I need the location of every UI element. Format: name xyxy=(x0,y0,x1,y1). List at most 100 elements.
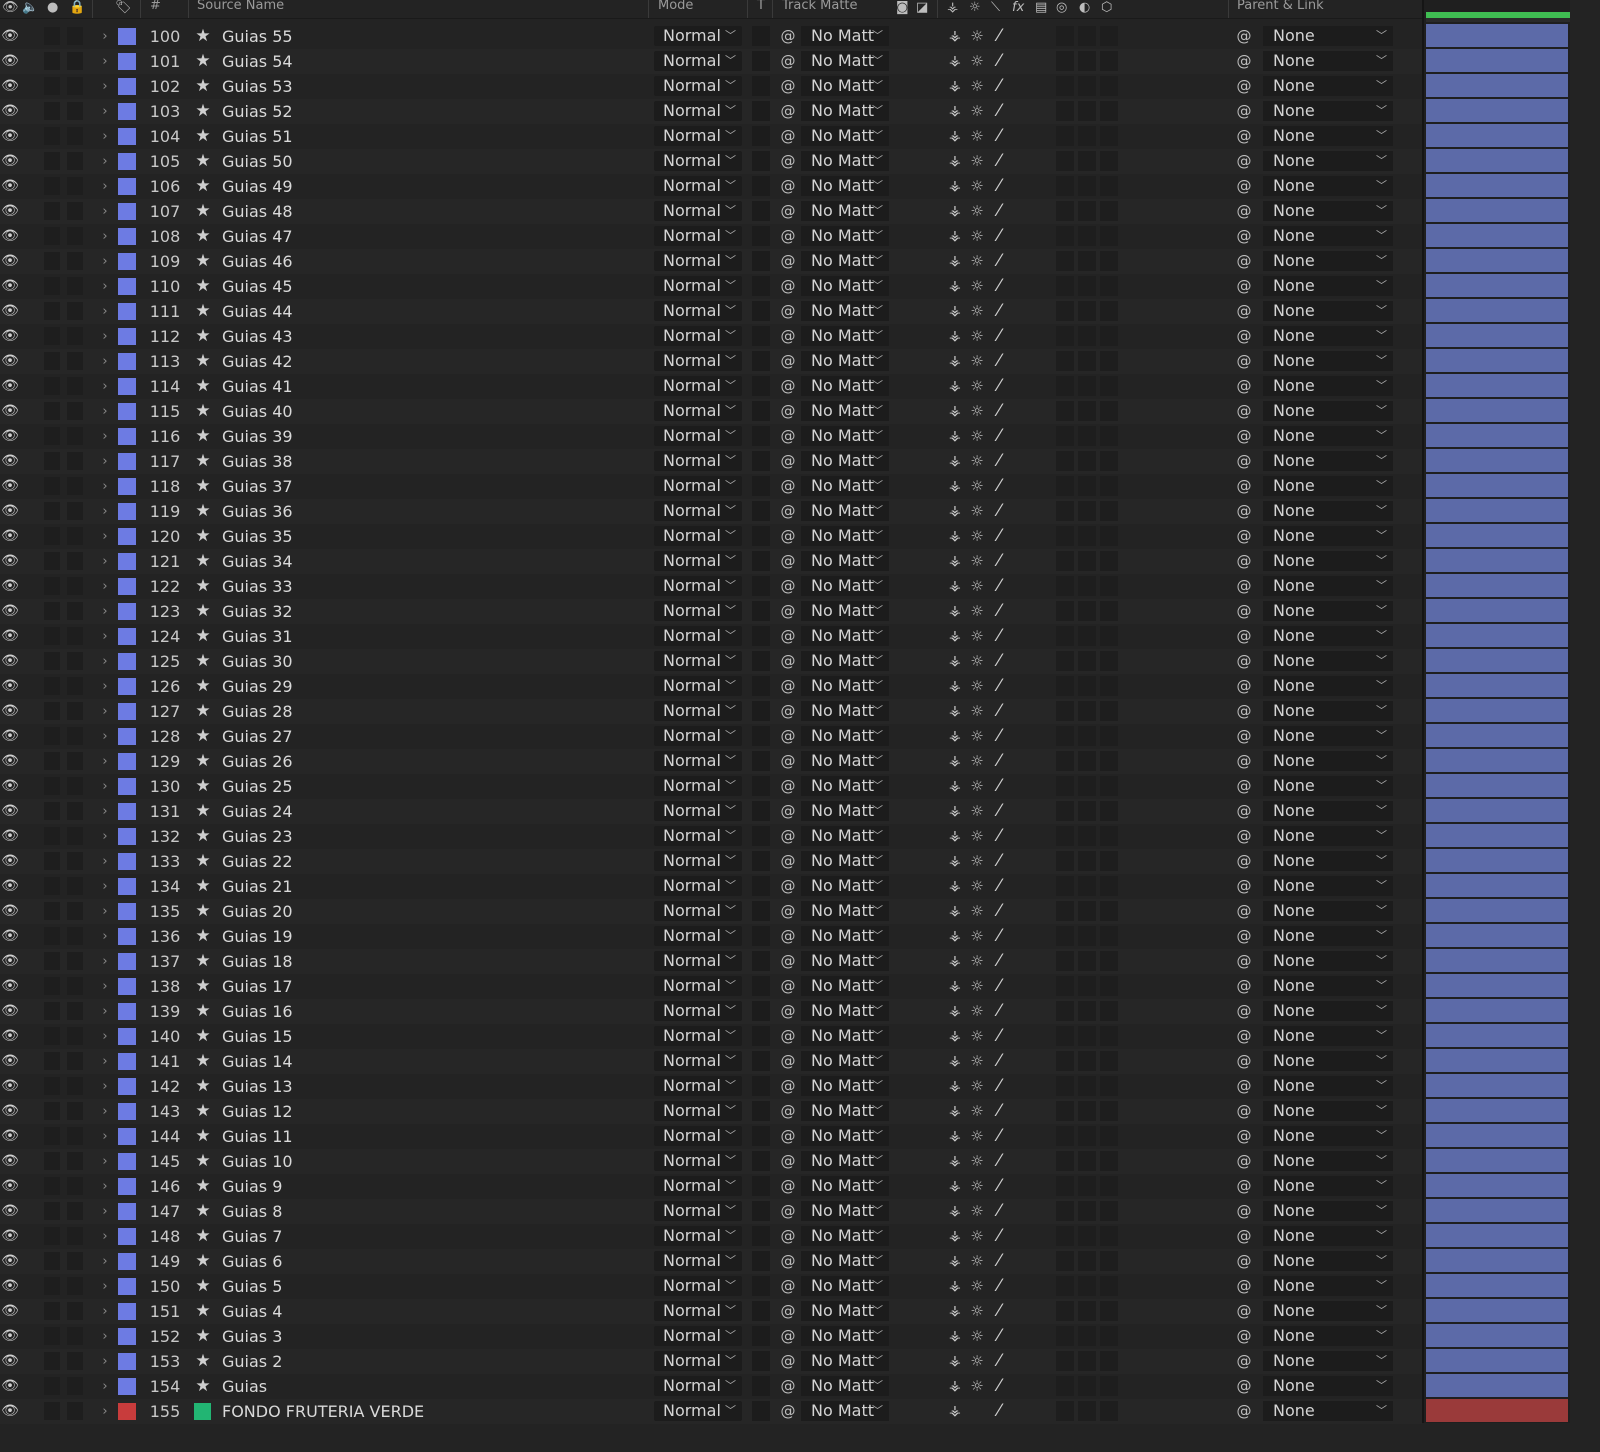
effects-switch[interactable] xyxy=(1056,1051,1074,1071)
layer-name[interactable]: Guias 37 xyxy=(222,474,293,499)
solo-switch[interactable] xyxy=(44,77,60,95)
3d-layer-switch[interactable] xyxy=(1100,801,1118,821)
collapse-transform-icon[interactable]: ☼ xyxy=(967,749,987,774)
layer-row[interactable]: 👁 › 136 ★ Guias 19 Normal ﹀ @ No Matt ﹀ ⚶ ☼ ⁄ @ None ﹀ xyxy=(0,924,1422,949)
label-color-swatch[interactable] xyxy=(118,1328,136,1345)
motion-blur-switch[interactable] xyxy=(1078,76,1096,96)
preserve-transparency-toggle[interactable] xyxy=(752,1351,770,1371)
matte-pickwhip-icon[interactable]: @ xyxy=(778,774,798,799)
label-color-swatch[interactable] xyxy=(118,903,136,920)
effects-switch[interactable] xyxy=(1056,801,1074,821)
quality-slash-icon[interactable]: ⁄ xyxy=(989,1174,1009,1199)
layer-name[interactable]: Guias 50 xyxy=(222,149,293,174)
blend-mode-dropdown[interactable]: Normal ﹀ xyxy=(654,401,742,421)
expand-chevron-icon[interactable]: › xyxy=(98,1074,112,1099)
parent-pickwhip-icon[interactable]: @ xyxy=(1234,1349,1254,1374)
solo-switch[interactable] xyxy=(44,1127,60,1145)
expand-chevron-icon[interactable]: › xyxy=(98,249,112,274)
expand-chevron-icon[interactable]: › xyxy=(98,724,112,749)
effects-switch[interactable] xyxy=(1056,476,1074,496)
3d-layer-switch[interactable] xyxy=(1100,1101,1118,1121)
effects-switch[interactable] xyxy=(1056,626,1074,646)
quality-slash-icon[interactable]: ⁄ xyxy=(989,799,1009,824)
blend-mode-dropdown[interactable]: Normal ﹀ xyxy=(654,876,742,896)
blend-mode-dropdown[interactable]: Normal ﹀ xyxy=(654,501,742,521)
expand-chevron-icon[interactable]: › xyxy=(98,774,112,799)
effects-switch[interactable] xyxy=(1056,1076,1074,1096)
track-matte-dropdown[interactable]: No Matt ﹀ xyxy=(801,1326,889,1346)
matte-pickwhip-icon[interactable]: @ xyxy=(778,824,798,849)
parent-pickwhip-icon[interactable]: @ xyxy=(1234,599,1254,624)
parent-dropdown[interactable]: None ﹀ xyxy=(1263,1251,1393,1271)
blend-mode-dropdown[interactable]: Normal ﹀ xyxy=(654,301,742,321)
layer-row[interactable]: 👁 › 116 ★ Guias 39 Normal ﹀ @ No Matt ﹀ ⚶ ☼ ⁄ @ None ﹀ xyxy=(0,424,1422,449)
preserve-transparency-toggle[interactable] xyxy=(752,276,770,296)
blend-mode-dropdown[interactable]: Normal ﹀ xyxy=(654,1276,742,1296)
layer-duration-bar[interactable] xyxy=(1426,674,1568,697)
blend-mode-dropdown[interactable]: Normal ﹀ xyxy=(654,1126,742,1146)
layer-name[interactable]: Guias 30 xyxy=(222,649,293,674)
quality-slash-icon[interactable]: ⁄ xyxy=(989,49,1009,74)
layer-duration-bar[interactable] xyxy=(1426,24,1568,47)
3d-layer-switch[interactable] xyxy=(1100,226,1118,246)
expand-chevron-icon[interactable]: › xyxy=(98,499,112,524)
shy-switch-icon[interactable]: ⚶ xyxy=(944,49,966,74)
collapse-transform-icon[interactable]: ☼ xyxy=(967,74,987,99)
effects-switch[interactable] xyxy=(1056,1151,1074,1171)
layer-duration-bar[interactable] xyxy=(1426,1199,1568,1222)
layer-name[interactable]: Guias 3 xyxy=(222,1324,282,1349)
track-matte-dropdown[interactable]: No Matt ﹀ xyxy=(801,276,889,296)
motion-blur-switch[interactable] xyxy=(1078,1301,1096,1321)
effects-switch[interactable] xyxy=(1056,51,1074,71)
track-matte-dropdown[interactable]: No Matt ﹀ xyxy=(801,26,889,46)
preserve-transparency-toggle[interactable] xyxy=(752,351,770,371)
expand-chevron-icon[interactable]: › xyxy=(98,449,112,474)
collapse-transform-icon[interactable]: ☼ xyxy=(967,24,987,49)
layer-name[interactable]: Guias 5 xyxy=(222,1274,282,1299)
layer-name[interactable]: Guias 46 xyxy=(222,249,293,274)
solo-switch[interactable] xyxy=(44,277,60,295)
quality-slash-icon[interactable]: ⁄ xyxy=(989,899,1009,924)
motion-blur-switch[interactable] xyxy=(1078,1201,1096,1221)
lock-switch[interactable] xyxy=(67,827,83,845)
layer-row[interactable]: 👁 › 140 ★ Guias 15 Normal ﹀ @ No Matt ﹀ ⚶ ☼ ⁄ @ None ﹀ xyxy=(0,1024,1422,1049)
effects-switch[interactable] xyxy=(1056,1276,1074,1296)
layer-name[interactable]: Guias 14 xyxy=(222,1049,293,1074)
visibility-eye-icon[interactable]: 👁 xyxy=(0,349,20,374)
collapse-transform-icon[interactable]: ☼ xyxy=(967,1374,987,1399)
parent-pickwhip-icon[interactable]: @ xyxy=(1234,1274,1254,1299)
lock-switch[interactable] xyxy=(67,1027,83,1045)
layer-duration-bar[interactable] xyxy=(1426,1149,1568,1172)
layer-name[interactable]: Guias 47 xyxy=(222,224,293,249)
3d-layer-switch[interactable] xyxy=(1100,526,1118,546)
layer-row[interactable]: 👁 › 110 ★ Guias 45 Normal ﹀ @ No Matt ﹀ ⚶ ☼ ⁄ @ None ﹀ xyxy=(0,274,1422,299)
3d-layer-switch[interactable] xyxy=(1100,501,1118,521)
lock-switch[interactable] xyxy=(67,327,83,345)
solo-switch[interactable] xyxy=(44,752,60,770)
visibility-eye-icon[interactable]: 👁 xyxy=(0,824,20,849)
track-matte-dropdown[interactable]: No Matt ﹀ xyxy=(801,526,889,546)
layer-name[interactable]: Guias 44 xyxy=(222,299,293,324)
lock-switch[interactable] xyxy=(67,1402,83,1420)
lock-switch[interactable] xyxy=(67,952,83,970)
expand-chevron-icon[interactable]: › xyxy=(98,1024,112,1049)
shy-switch-icon[interactable]: ⚶ xyxy=(944,1074,966,1099)
shy-switch-icon[interactable]: ⚶ xyxy=(944,849,966,874)
matte-pickwhip-icon[interactable]: @ xyxy=(778,1149,798,1174)
shy-switch-icon[interactable]: ⚶ xyxy=(944,374,966,399)
preserve-transparency-toggle[interactable] xyxy=(752,751,770,771)
parent-dropdown[interactable]: None ﹀ xyxy=(1263,976,1393,996)
quality-slash-icon[interactable]: ⁄ xyxy=(989,999,1009,1024)
layer-row[interactable]: 👁 › 146 ★ Guias 9 Normal ﹀ @ No Matt ﹀ ⚶ ☼ ⁄ @ None ﹀ xyxy=(0,1174,1422,1199)
3d-layer-switch[interactable] xyxy=(1100,26,1118,46)
quality-slash-icon[interactable]: ⁄ xyxy=(989,199,1009,224)
blend-mode-dropdown[interactable]: Normal ﹀ xyxy=(654,151,742,171)
motion-blur-switch[interactable] xyxy=(1078,201,1096,221)
effects-switch[interactable] xyxy=(1056,251,1074,271)
motion-blur-switch[interactable] xyxy=(1078,126,1096,146)
label-color-swatch[interactable] xyxy=(118,528,136,545)
quality-slash-icon[interactable]: ⁄ xyxy=(989,1349,1009,1374)
motion-blur-switch[interactable] xyxy=(1078,251,1096,271)
visibility-eye-icon[interactable]: 👁 xyxy=(0,674,20,699)
expand-chevron-icon[interactable]: › xyxy=(98,324,112,349)
